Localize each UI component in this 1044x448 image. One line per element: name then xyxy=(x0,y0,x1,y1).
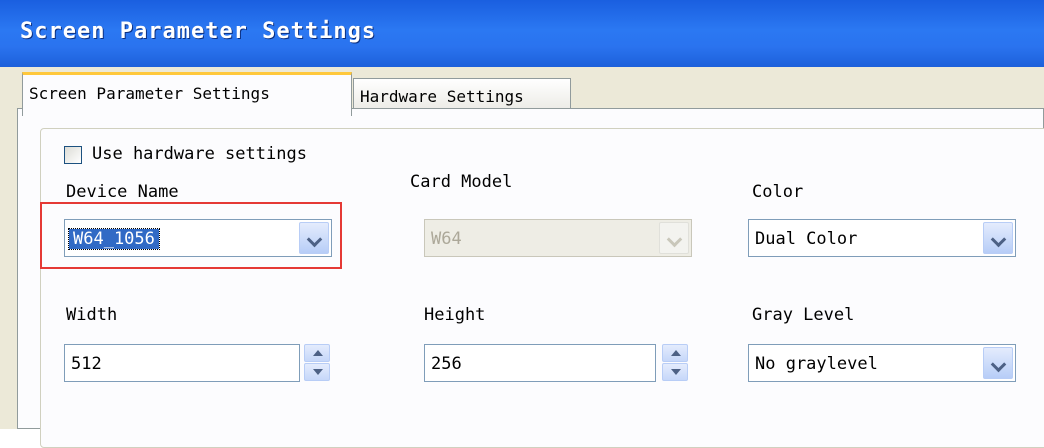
spin-up-icon[interactable] xyxy=(662,344,688,362)
height-value: 256 xyxy=(431,354,462,374)
chevron-down-icon xyxy=(659,222,689,254)
chevron-down-icon[interactable] xyxy=(983,222,1013,254)
settings-group xyxy=(40,128,1044,448)
card-model-select: W64 xyxy=(424,219,692,257)
use-hardware-settings-checkbox[interactable] xyxy=(64,146,82,164)
width-stepper[interactable] xyxy=(304,344,330,382)
title-bar: Screen Parameter Settings xyxy=(0,0,1044,67)
chevron-down-icon[interactable] xyxy=(983,347,1013,379)
window-title: Screen Parameter Settings xyxy=(20,19,377,44)
gray-level-value: No graylevel xyxy=(755,354,878,374)
tab-screen-parameter-settings[interactable]: Screen Parameter Settings xyxy=(22,72,352,116)
chevron-down-icon[interactable] xyxy=(299,222,329,254)
tab-label: Screen Parameter Settings xyxy=(29,84,270,103)
device-name-label: Device Name xyxy=(66,182,179,202)
device-name-value: W64_1056 xyxy=(68,228,160,250)
use-hardware-settings-label: Use hardware settings xyxy=(92,144,307,164)
width-input[interactable]: 512 xyxy=(64,344,300,382)
height-stepper[interactable] xyxy=(662,344,688,382)
width-label: Width xyxy=(66,305,118,325)
width-value: 512 xyxy=(71,354,102,374)
spin-up-icon[interactable] xyxy=(304,344,330,362)
color-select[interactable]: Dual Color xyxy=(748,219,1016,257)
tab-label: Hardware Settings xyxy=(360,87,524,106)
gray-level-label: Gray Level xyxy=(752,305,855,325)
tab-hardware-settings[interactable]: Hardware Settings xyxy=(353,78,571,110)
spin-down-icon[interactable] xyxy=(304,363,330,381)
color-label: Color xyxy=(752,182,804,202)
gray-level-select[interactable]: No graylevel xyxy=(748,344,1016,382)
card-model-label: Card Model xyxy=(410,172,513,192)
spin-down-icon[interactable] xyxy=(662,363,688,381)
card-model-value: W64 xyxy=(431,229,462,249)
height-input[interactable]: 256 xyxy=(424,344,656,382)
color-value: Dual Color xyxy=(755,229,858,249)
device-name-select[interactable]: W64_1056 xyxy=(64,219,332,257)
height-label: Height xyxy=(424,305,486,325)
